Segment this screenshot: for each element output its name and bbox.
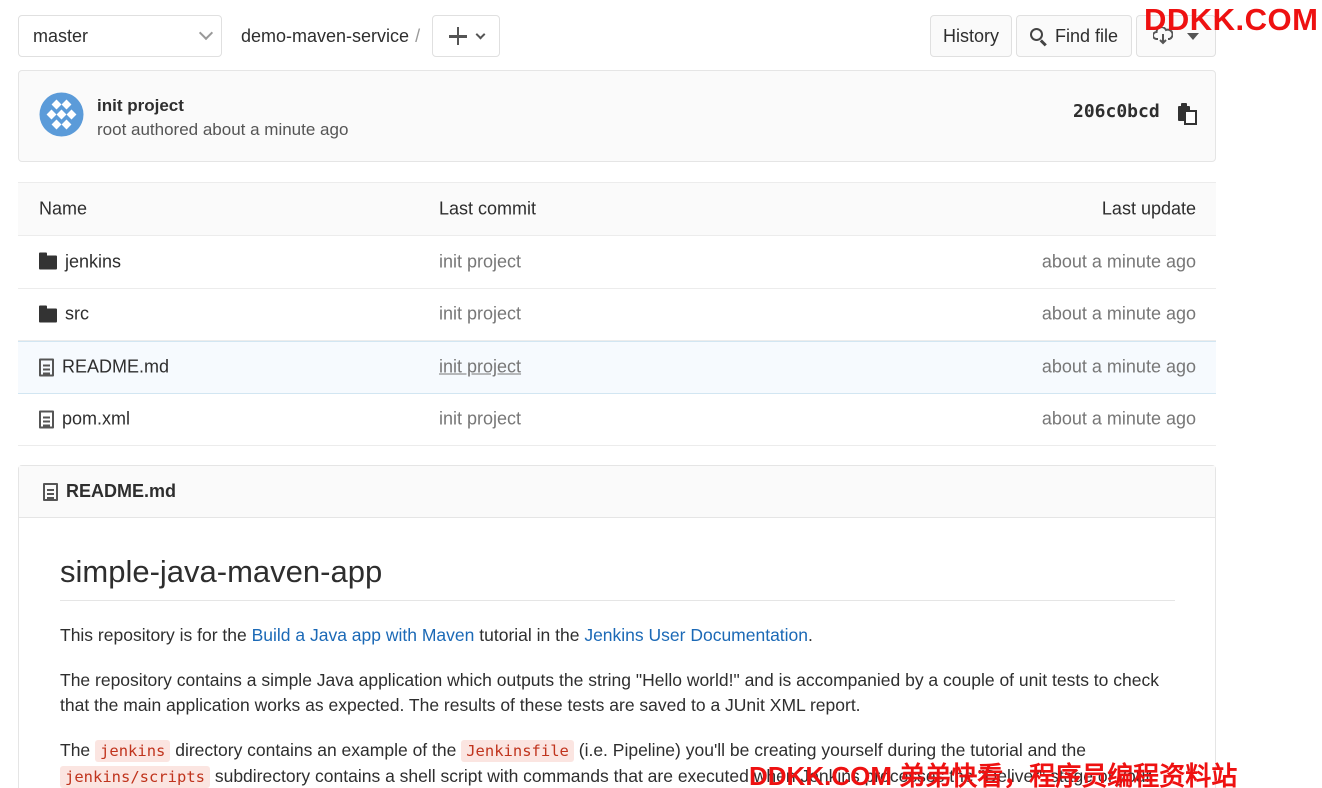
readme-content: simple-java-maven-app This repository is… — [60, 554, 1175, 788]
last-commit-panel: init project root authored about a minut… — [18, 70, 1216, 162]
branch-select[interactable]: master — [18, 15, 222, 57]
file-name-cell[interactable]: jenkins — [39, 251, 121, 272]
history-button[interactable]: History — [930, 15, 1012, 57]
watermark-top: DDKK.COM — [1144, 2, 1319, 37]
avatar[interactable] — [39, 92, 84, 137]
last-update-text: about a minute ago — [1041, 251, 1196, 272]
readme-header: README.md — [19, 466, 1215, 518]
file-name-link[interactable]: jenkins — [65, 251, 121, 272]
file-name-cell[interactable]: pom.xml — [39, 409, 130, 430]
text: The — [60, 740, 96, 760]
folder-icon — [39, 305, 57, 323]
add-dropdown-button[interactable] — [432, 15, 500, 57]
readme-filename: README.md — [66, 481, 177, 501]
commit-message-link[interactable]: init project — [439, 304, 521, 325]
last-update-text: about a minute ago — [1041, 356, 1196, 377]
file-tree-table: Name Last commit Last update jenkins ini… — [18, 182, 1216, 446]
file-icon — [39, 410, 54, 429]
readme-paragraph-2: The repository contains a simple Java ap… — [60, 670, 1159, 715]
branch-label: master — [33, 25, 89, 46]
find-file-label: Find file — [1054, 25, 1119, 46]
search-icon — [1029, 27, 1047, 46]
commit-message-link[interactable]: init project — [439, 357, 521, 378]
inline-code: jenkins — [95, 740, 171, 762]
readme-panel: README.md simple-java-maven-app This rep… — [18, 465, 1216, 788]
column-header-name: Name — [39, 198, 88, 219]
text: . — [808, 625, 813, 645]
table-row[interactable]: README.md init project about a minute ag… — [18, 341, 1216, 394]
commit-message-link[interactable]: init project — [439, 409, 521, 430]
file-name-link[interactable]: README.md — [62, 357, 169, 378]
readme-heading: simple-java-maven-app — [60, 554, 1175, 601]
table-row[interactable]: jenkins init project about a minute ago — [18, 236, 1216, 289]
plus-icon — [448, 27, 467, 45]
last-update-text: about a minute ago — [1041, 303, 1196, 324]
last-update-text: about a minute ago — [1041, 408, 1196, 429]
commit-sha-link[interactable]: 206c0bcd — [1073, 101, 1160, 122]
column-header-last-commit: Last commit — [439, 198, 537, 219]
table-header: Name Last commit Last update — [18, 182, 1216, 236]
commit-author-text: root authored about a minute ago — [97, 120, 349, 139]
find-file-button[interactable]: Find file — [1016, 15, 1132, 57]
column-header-last-update: Last update — [1101, 198, 1196, 219]
breadcrumb-separator: / — [415, 26, 421, 46]
jenkins-docs-link[interactable]: Jenkins User Documentation — [584, 625, 808, 645]
file-name-link[interactable]: pom.xml — [62, 409, 130, 430]
chevron-down-icon — [198, 25, 214, 41]
folder-icon — [39, 252, 57, 270]
watermark-bottom: DDKK.COM 弟弟快看，程序员编程资料站 — [749, 761, 1238, 788]
inline-code: jenkins/scripts — [60, 766, 210, 788]
file-name-cell[interactable]: src — [39, 304, 89, 325]
file-name-cell[interactable]: README.md — [39, 357, 169, 378]
clipboard-icon[interactable] — [1177, 103, 1197, 125]
table-row[interactable]: pom.xml init project about a minute ago — [18, 394, 1216, 446]
history-label: History — [942, 25, 999, 46]
text: This repository is for the — [60, 625, 252, 645]
breadcrumb: demo-maven-service / — [241, 26, 420, 47]
table-row[interactable]: src init project about a minute ago — [18, 289, 1216, 341]
readme-paragraph-1: This repository is for the Build a Java … — [60, 623, 1175, 648]
chevron-down-icon — [475, 29, 485, 39]
file-icon — [43, 482, 58, 501]
breadcrumb-project-link[interactable]: demo-maven-service — [241, 26, 409, 46]
commit-message-link[interactable]: init project — [439, 251, 521, 272]
text: directory contains an example of the — [170, 740, 462, 760]
file-icon — [39, 358, 54, 377]
build-java-app-link[interactable]: Build a Java app with Maven — [252, 625, 475, 645]
commit-title-link[interactable]: init project — [97, 96, 184, 116]
file-name-link[interactable]: src — [65, 304, 89, 325]
text: tutorial in the — [474, 625, 585, 645]
inline-code: Jenkinsfile — [461, 740, 574, 762]
